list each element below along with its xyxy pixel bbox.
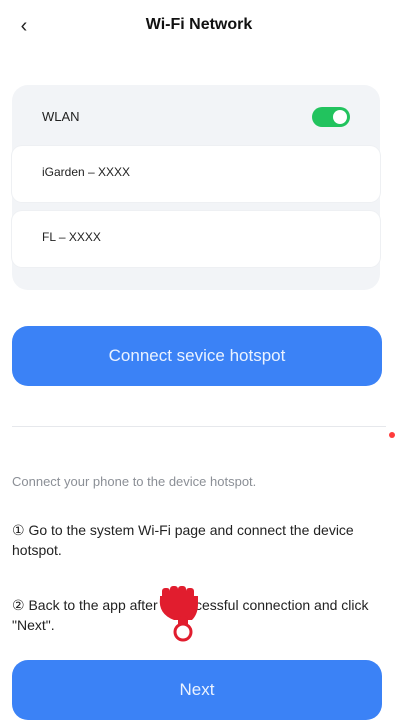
instruction-step-1: ① Go to the system Wi-Fi page and connec… bbox=[12, 522, 354, 558]
pointing-hand-icon bbox=[159, 586, 198, 642]
toggle-knob bbox=[333, 110, 347, 124]
next-button[interactable]: Next bbox=[12, 660, 382, 720]
notification-dot bbox=[389, 432, 395, 438]
network-name: FL – XXXX bbox=[42, 230, 101, 244]
network-item-igarden[interactable]: iGarden – XXXX bbox=[12, 146, 380, 202]
instructions-intro: Connect your phone to the device hotspot… bbox=[12, 474, 257, 489]
page-title: Wi-Fi Network bbox=[145, 16, 253, 33]
connect-hotspot-button[interactable]: Connect sevice hotspot bbox=[12, 326, 382, 386]
network-name: iGarden – XXXX bbox=[42, 165, 131, 179]
wlan-toggle[interactable] bbox=[312, 107, 350, 127]
divider bbox=[12, 426, 386, 427]
network-item-fl[interactable]: FL – XXXX bbox=[12, 211, 380, 267]
wlan-row: WLAN bbox=[12, 103, 380, 135]
wlan-label: WLAN bbox=[42, 109, 80, 124]
wifi-network-screen: ‹ Wi-Fi Network WLAN iGarden – XXXX FL –… bbox=[0, 0, 398, 725]
